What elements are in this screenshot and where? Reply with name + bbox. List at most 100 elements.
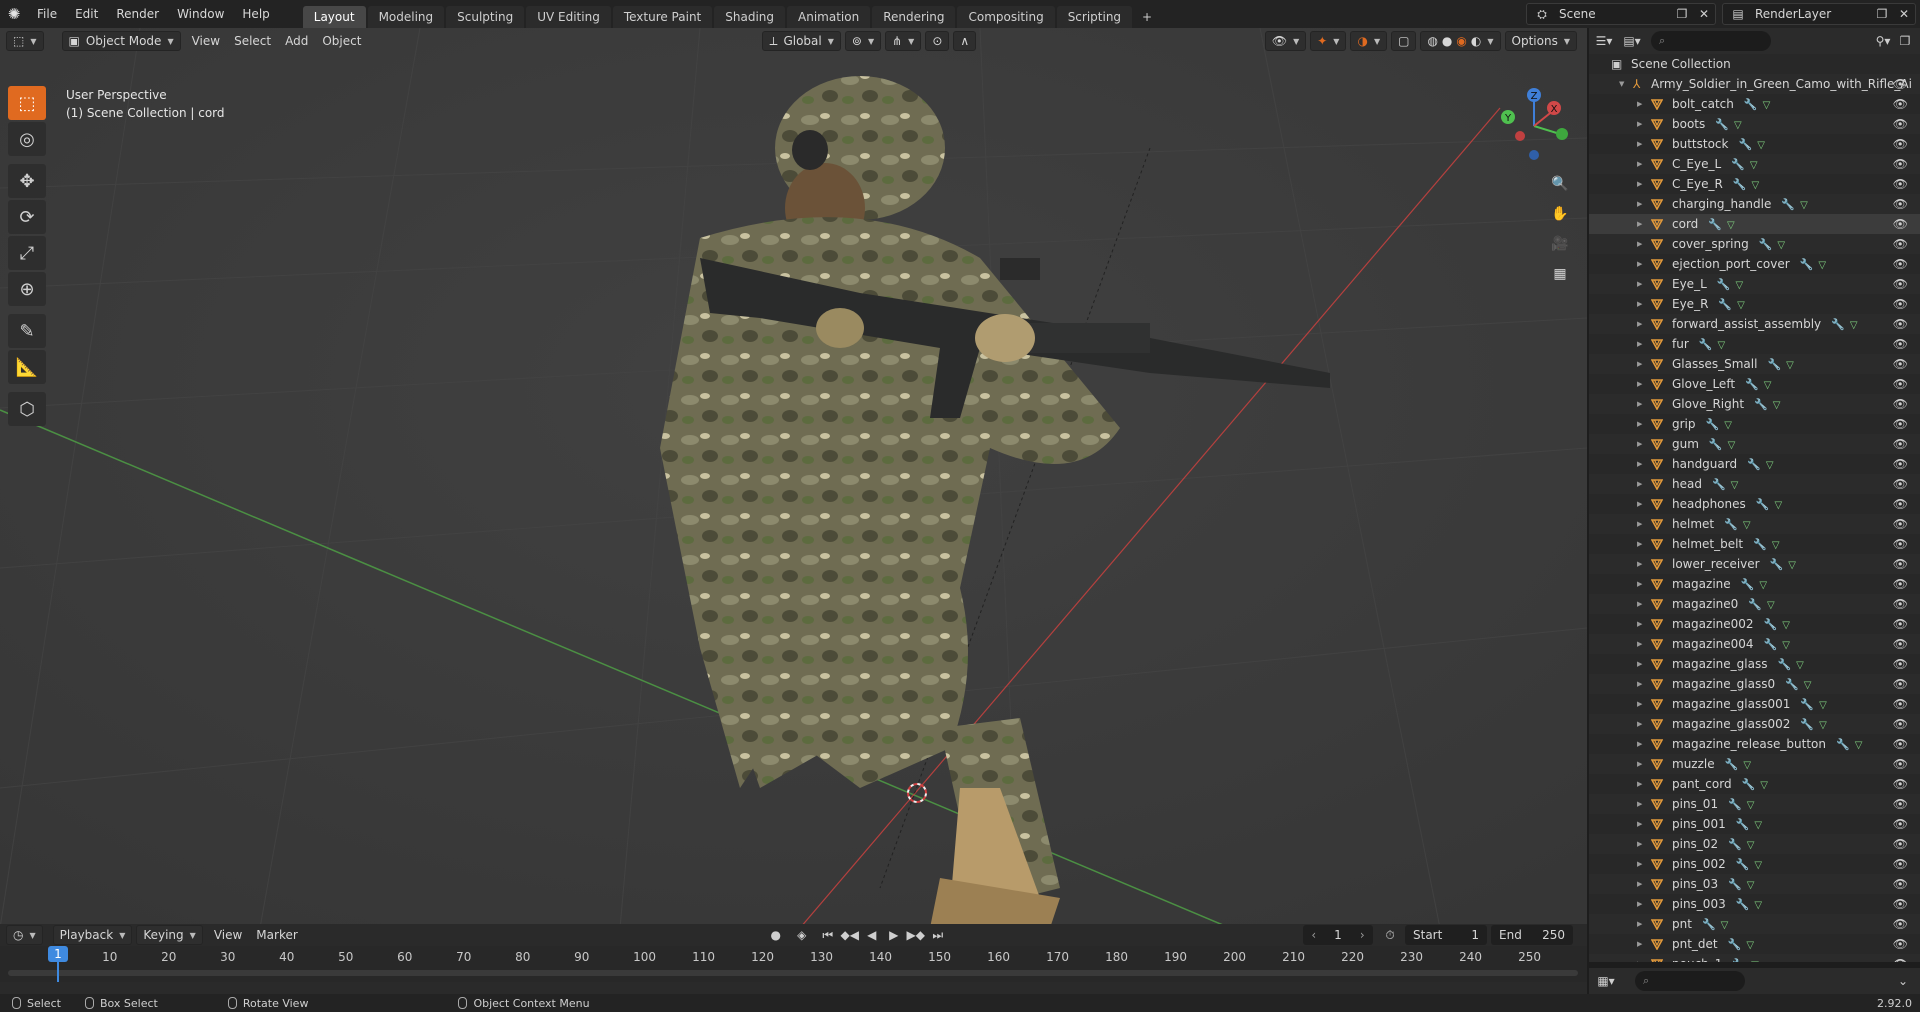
mesh-data-icon[interactable]: ▽ bbox=[1747, 840, 1755, 851]
modifier-wrench-icon[interactable]: 🔧 bbox=[1831, 318, 1845, 331]
eye-visibility-icon[interactable]: 👁 bbox=[1893, 394, 1908, 414]
eye-visibility-icon[interactable]: 👁 bbox=[1893, 194, 1908, 214]
expand-arrow-icon[interactable]: ▶ bbox=[1637, 534, 1642, 554]
menu-select[interactable]: Select bbox=[227, 34, 278, 48]
eye-visibility-icon[interactable]: 👁 bbox=[1893, 834, 1908, 854]
modifier-wrench-icon[interactable]: 🔧 bbox=[1785, 678, 1799, 691]
outliner-object-row[interactable]: ▶ C_Eye_R 🔧 ▽ 👁 bbox=[1589, 174, 1920, 194]
wireframe-shading-icon[interactable]: ◍ bbox=[1427, 34, 1437, 48]
render-layer-selector[interactable]: ▤ RenderLayer ❐ ✕ bbox=[1722, 3, 1916, 25]
expand-arrow-icon[interactable]: ▶ bbox=[1637, 674, 1642, 694]
modifier-wrench-icon[interactable]: 🔧 bbox=[1728, 878, 1742, 891]
scene-collection-row[interactable]: ▣ Scene Collection bbox=[1589, 54, 1920, 74]
mesh-data-icon[interactable]: ▽ bbox=[1737, 300, 1745, 311]
expand-arrow-icon[interactable]: ▶ bbox=[1637, 194, 1642, 214]
expand-arrow-icon[interactable]: ▶ bbox=[1637, 94, 1642, 114]
outliner-object-row[interactable]: ▶ pins_003 🔧 ▽ 👁 bbox=[1589, 894, 1920, 914]
expand-arrow-icon[interactable]: ▶ bbox=[1637, 614, 1642, 634]
prev-keyframe-icon[interactable]: ◆◀ bbox=[839, 925, 861, 945]
outliner-object-row[interactable]: ▶ boots 🔧 ▽ 👁 bbox=[1589, 114, 1920, 134]
mesh-data-icon[interactable]: ▽ bbox=[1759, 580, 1767, 591]
options-dropdown[interactable]: Options ▼ bbox=[1504, 31, 1577, 51]
measure-tool[interactable]: 📐 bbox=[8, 350, 46, 384]
proportional-edit-button[interactable]: ⊙ bbox=[925, 31, 950, 51]
mesh-data-icon[interactable]: ▽ bbox=[1855, 740, 1863, 751]
outliner-object-row[interactable]: ▶ Eye_L 🔧 ▽ 👁 bbox=[1589, 274, 1920, 294]
mesh-data-icon[interactable]: ▽ bbox=[1754, 820, 1762, 831]
modifier-wrench-icon[interactable]: 🔧 bbox=[1753, 538, 1767, 551]
mesh-data-icon[interactable]: ▽ bbox=[1743, 760, 1751, 771]
tab-sculpting[interactable]: Sculpting bbox=[446, 6, 525, 28]
mesh-data-icon[interactable]: ▽ bbox=[1717, 340, 1725, 351]
outliner-object-row[interactable]: ▶ buttstock 🔧 ▽ 👁 bbox=[1589, 134, 1920, 154]
zoom-icon[interactable]: 🔍 bbox=[1546, 170, 1574, 198]
current-frame-field[interactable]: ‹ 1 › bbox=[1303, 925, 1373, 945]
expand-arrow-icon[interactable]: ▶ bbox=[1637, 714, 1642, 734]
outliner-object-row[interactable]: ▶ cord 🔧 ▽ 👁 bbox=[1589, 214, 1920, 234]
eye-visibility-icon[interactable]: 👁 bbox=[1893, 154, 1908, 174]
outliner-object-row[interactable]: ▶pouch_1🔧▽👁 bbox=[1589, 954, 1920, 962]
overlay-toggle-button[interactable]: ◑ ▼ bbox=[1350, 31, 1388, 51]
mesh-data-icon[interactable]: ▽ bbox=[1727, 220, 1735, 231]
jump-end-icon[interactable]: ⏭ bbox=[927, 925, 949, 945]
outliner-object-row[interactable]: ▶ grip 🔧 ▽ 👁 bbox=[1589, 414, 1920, 434]
eye-visibility-icon[interactable]: 👁 bbox=[1893, 774, 1908, 794]
eye-visibility-icon[interactable]: 👁 bbox=[1893, 934, 1908, 954]
eye-visibility-icon[interactable]: 👁 bbox=[1893, 214, 1908, 234]
expand-arrow-icon[interactable]: ▶ bbox=[1637, 514, 1642, 534]
menu-object[interactable]: Object bbox=[315, 34, 368, 48]
modifier-wrench-icon[interactable]: 🔧 bbox=[1708, 218, 1722, 231]
keying-menu[interactable]: Keying ▼ bbox=[136, 925, 203, 945]
outliner-object-row[interactable]: ▶ pnt 🔧 ▽ 👁 bbox=[1589, 914, 1920, 934]
outliner-object-row[interactable]: ▶ Glove_Left 🔧 ▽ 👁 bbox=[1589, 374, 1920, 394]
expand-arrow-icon[interactable]: ▶ bbox=[1637, 594, 1642, 614]
xray-toggle-button[interactable]: ▢ bbox=[1391, 31, 1417, 51]
mesh-data-icon[interactable]: ▽ bbox=[1767, 600, 1775, 611]
expand-arrow-icon[interactable]: ▶ bbox=[1637, 954, 1642, 962]
mesh-data-icon[interactable]: ▽ bbox=[1754, 900, 1762, 911]
collection-row[interactable]: ▼ ⅄ Army_Soldier_in_Green_Camo_with_Rifl… bbox=[1589, 74, 1920, 94]
modifier-wrench-icon[interactable]: 🔧 bbox=[1715, 118, 1729, 131]
outliner-object-row[interactable]: ▶ helmet_belt 🔧 ▽ 👁 bbox=[1589, 534, 1920, 554]
mesh-data-icon[interactable]: ▽ bbox=[1818, 260, 1826, 271]
eye-visibility-icon[interactable]: 👁 bbox=[1893, 734, 1908, 754]
modifier-wrench-icon[interactable]: 🔧 bbox=[1725, 758, 1739, 771]
eye-visibility-icon[interactable]: 👁 bbox=[1893, 294, 1908, 314]
mesh-data-icon[interactable]: ▽ bbox=[1782, 620, 1790, 631]
add-workspace-button[interactable]: + bbox=[1138, 6, 1156, 28]
outliner-object-row[interactable]: ▶ magazine_glass 🔧 ▽ 👁 bbox=[1589, 654, 1920, 674]
outliner-object-row[interactable]: ▶ pins_03 🔧 ▽ 👁 bbox=[1589, 874, 1920, 894]
expand-arrow-icon[interactable]: ▶ bbox=[1637, 794, 1642, 814]
mesh-data-icon[interactable]: ▽ bbox=[1721, 920, 1729, 931]
new-collection-icon[interactable]: ❐ bbox=[1894, 31, 1916, 51]
mesh-data-icon[interactable]: ▽ bbox=[1774, 500, 1782, 511]
outliner-object-row[interactable]: ▶ lower_receiver 🔧 ▽ 👁 bbox=[1589, 554, 1920, 574]
expand-arrow-icon[interactable]: ▶ bbox=[1637, 754, 1642, 774]
pan-hand-icon[interactable]: ✋ bbox=[1546, 200, 1574, 228]
modifier-wrench-icon[interactable]: 🔧 bbox=[1736, 898, 1750, 911]
expand-arrow-icon[interactable]: ▶ bbox=[1637, 494, 1642, 514]
scene-selector[interactable]: ⛭ Scene ❐ ✕ bbox=[1526, 3, 1716, 25]
outliner-editor-icon[interactable]: ☰▾ bbox=[1593, 31, 1615, 51]
modifier-wrench-icon[interactable]: 🔧 bbox=[1764, 638, 1778, 651]
expand-arrow-icon[interactable]: ▶ bbox=[1637, 434, 1642, 454]
display-mode-icon[interactable]: ▤▾ bbox=[1621, 31, 1643, 51]
eye-visibility-icon[interactable]: 👁 bbox=[1893, 514, 1908, 534]
expand-arrow-icon[interactable]: ▶ bbox=[1637, 934, 1642, 954]
tab-layout[interactable]: Layout bbox=[302, 6, 366, 28]
mesh-data-icon[interactable]: ▽ bbox=[1764, 380, 1772, 391]
expand-arrow-icon[interactable]: ▶ bbox=[1637, 294, 1642, 314]
tab-texture-paint[interactable]: Texture Paint bbox=[612, 6, 713, 28]
mesh-data-icon[interactable]: ▽ bbox=[1731, 480, 1739, 491]
move-tool[interactable]: ✥ bbox=[8, 164, 46, 198]
modifier-wrench-icon[interactable]: 🔧 bbox=[1767, 358, 1781, 371]
outliner-object-row[interactable]: ▶ cover_spring 🔧 ▽ 👁 bbox=[1589, 234, 1920, 254]
camera-view-icon[interactable]: 🎥 bbox=[1546, 230, 1574, 258]
mesh-data-icon[interactable]: ▽ bbox=[1763, 100, 1771, 111]
blender-logo-icon[interactable]: ✺ bbox=[0, 0, 28, 28]
eye-visibility-icon[interactable]: 👁 bbox=[1893, 634, 1908, 654]
eye-visibility-icon[interactable]: 👁 bbox=[1893, 74, 1908, 94]
modifier-wrench-icon[interactable]: 🔧 bbox=[1709, 438, 1723, 451]
modifier-wrench-icon[interactable]: 🔧 bbox=[1728, 798, 1742, 811]
modifier-wrench-icon[interactable]: 🔧 bbox=[1754, 398, 1768, 411]
